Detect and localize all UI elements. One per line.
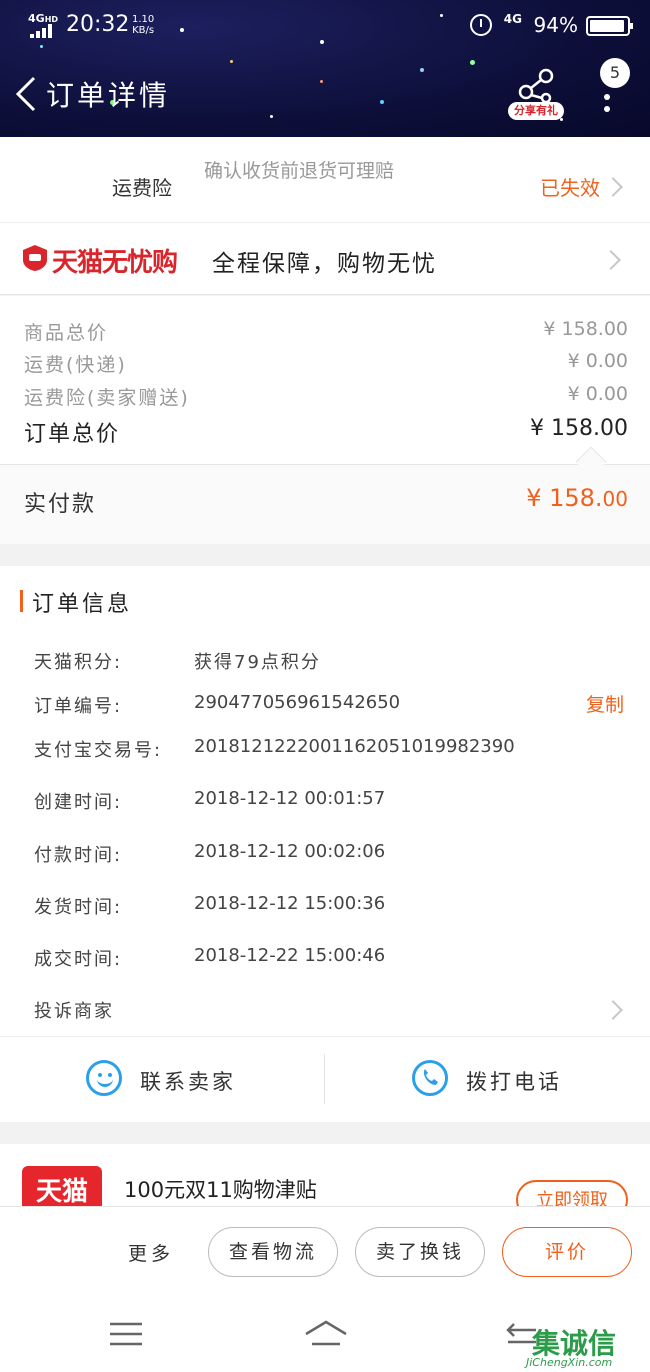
info-label-order-no: 订单编号: xyxy=(34,696,123,717)
price-item-insurance: 运费险(卖家赠送) ¥ 0.00 xyxy=(24,383,628,409)
app-header: 4GHD 20:32 1.10 KB/s 4G 94% 订单详情 分享有礼 5 xyxy=(0,0,650,137)
more-dots-icon xyxy=(604,94,610,100)
order-total: 订单总价 ¥ 158.00 xyxy=(24,416,628,447)
copy-order-number-button[interactable]: 复制 xyxy=(586,690,624,717)
tmall-shield-icon xyxy=(23,245,47,271)
order-info-title: 订单信息 xyxy=(32,592,133,617)
price-item-goods: 商品总价 ¥ 158.00 xyxy=(24,318,628,344)
info-label-points: 天猫积分: xyxy=(34,652,123,673)
network-indicator-right: 4G xyxy=(503,12,522,26)
phone-icon xyxy=(412,1060,448,1096)
signal-icon xyxy=(30,24,56,38)
share-button[interactable]: 分享有礼 xyxy=(508,68,564,122)
contact-seller-button[interactable]: 联系卖家 xyxy=(0,1040,324,1120)
watermark-url: JiChengXin.com xyxy=(526,1356,613,1369)
alarm-icon xyxy=(470,14,492,36)
clock: 20:32 xyxy=(66,12,130,37)
guarantee-brand: 天猫无忧购 xyxy=(52,248,178,278)
info-value-shipped: 2018-12-12 15:00:36 xyxy=(194,893,386,914)
info-value-completed: 2018-12-22 15:00:46 xyxy=(194,945,386,966)
chevron-left-icon xyxy=(15,76,36,112)
chat-bubble-icon xyxy=(86,1060,122,1096)
back-button[interactable] xyxy=(12,74,42,114)
insurance-status: 已失效 xyxy=(540,176,600,200)
info-value-points: 获得79点积分 xyxy=(194,652,321,673)
call-phone-button[interactable]: 拨打电话 xyxy=(326,1040,650,1120)
insurance-label: 运费险 xyxy=(112,176,172,200)
tmall-logo: 天猫 xyxy=(22,1166,102,1210)
info-value-alipay-no: 2018121222001162051019982390 xyxy=(194,736,515,757)
view-logistics-button[interactable]: 查看物流 xyxy=(208,1227,338,1277)
status-bar: 4GHD 20:32 1.10 KB/s 4G 94% xyxy=(28,10,633,40)
order-action-bar: 更多 查看物流 卖了换钱 评价 xyxy=(0,1206,650,1298)
info-value-order-no: 290477056961542650 xyxy=(194,692,401,713)
price-item-shipping: 运费(快递) ¥ 0.00 xyxy=(24,350,628,376)
battery-icon xyxy=(586,16,633,36)
info-label-alipay-no: 支付宝交易号: xyxy=(34,740,163,761)
info-label-completed: 成交时间: xyxy=(34,949,123,970)
share-icon xyxy=(518,68,554,104)
message-count-badge: 5 xyxy=(600,58,630,88)
info-label-shipped: 发货时间: xyxy=(34,897,123,918)
info-value-created: 2018-12-12 00:01:57 xyxy=(194,788,386,809)
info-label-created: 创建时间: xyxy=(34,792,123,813)
more-actions-button[interactable]: 更多 xyxy=(128,1239,174,1266)
network-speed: 1.10 KB/s xyxy=(132,14,155,36)
info-value-paid: 2018-12-12 00:02:06 xyxy=(194,841,386,862)
home-icon[interactable] xyxy=(304,1320,348,1346)
review-button[interactable]: 评价 xyxy=(502,1227,632,1277)
info-label-paid: 付款时间: xyxy=(34,845,123,866)
battery-percent: 94% xyxy=(533,13,578,37)
promo-title: 100元双11购物津贴 xyxy=(124,1178,317,1202)
resell-button[interactable]: 卖了换钱 xyxy=(355,1227,485,1277)
menu-icon[interactable] xyxy=(110,1322,142,1346)
more-menu-button[interactable]: 5 xyxy=(596,58,640,114)
paid-label: 实付款 xyxy=(24,492,97,517)
page-title: 订单详情 xyxy=(46,79,171,112)
guarantee-slogan: 全程保障，购物无忧 xyxy=(212,251,437,277)
complain-seller-link[interactable]: 投诉商家 xyxy=(34,997,114,1023)
paid-amount: ¥ 158.00 xyxy=(526,484,628,512)
insurance-description: 确认收货前退货可理赔 xyxy=(204,160,395,182)
share-gift-label: 分享有礼 xyxy=(508,102,564,120)
